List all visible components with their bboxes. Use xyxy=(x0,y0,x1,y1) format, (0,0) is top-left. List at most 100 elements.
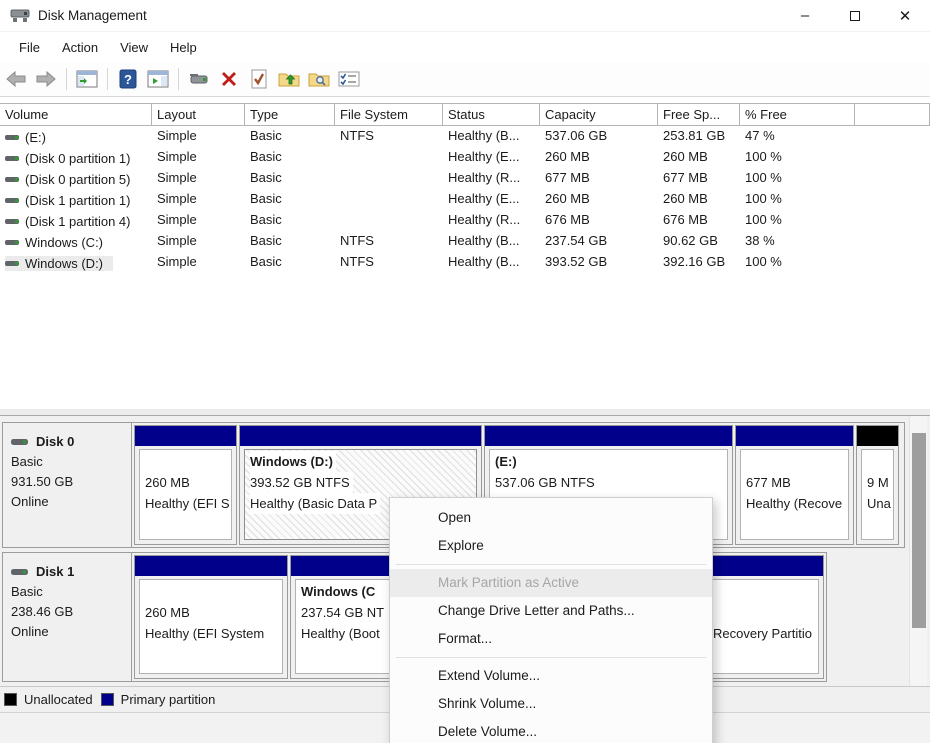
volume-list-pane: Volume Layout Type File System Status Ca… xyxy=(0,98,930,408)
close-button[interactable]: ✕ xyxy=(880,0,930,32)
disk-device-button[interactable] xyxy=(187,67,211,91)
column-header-capacity[interactable]: Capacity xyxy=(540,103,658,126)
forward-icon xyxy=(36,71,56,87)
partition-title xyxy=(867,451,891,472)
checklist-button[interactable] xyxy=(337,67,361,91)
partition-disk0-recovery[interactable]: 677 MB Healthy (Recove xyxy=(735,425,854,545)
volume-capacity: 260 MB xyxy=(540,147,658,168)
column-header-free-space[interactable]: Free Sp... xyxy=(658,103,740,126)
menu-item-explore[interactable]: Explore xyxy=(390,532,712,560)
table-row[interactable]: (E:) Simple Basic NTFS Healthy (B... 537… xyxy=(0,126,930,147)
volume-fs xyxy=(335,147,443,168)
partition-status: Healthy (EFI System xyxy=(145,623,280,644)
volume-capacity: 537.06 GB xyxy=(540,126,658,147)
partition-title xyxy=(145,581,280,602)
primary-partition-stripe xyxy=(135,556,287,576)
menu-item-shrink-volume[interactable]: Shrink Volume... xyxy=(390,690,712,718)
legend-unallocated-label: Unallocated xyxy=(24,692,93,707)
console-tree-icon xyxy=(76,70,98,88)
table-row[interactable]: (Disk 0 partition 1) Simple Basic Health… xyxy=(0,147,930,168)
disk-status: Online xyxy=(11,492,131,512)
volume-free: 677 MB xyxy=(658,168,740,189)
disk-kind: Basic xyxy=(11,582,131,602)
volume-type: Basic xyxy=(245,252,335,273)
volume-name: (Disk 0 partition 1) xyxy=(25,151,130,166)
delete-icon xyxy=(219,69,239,89)
column-header-pct-free[interactable]: % Free xyxy=(740,103,855,126)
volume-name: (Disk 1 partition 1) xyxy=(25,193,130,208)
partition-context-menu: Open Explore Mark Partition as Active Ch… xyxy=(389,497,713,743)
volume-capacity: 676 MB xyxy=(540,210,658,231)
folder-up-icon xyxy=(278,70,300,88)
volume-layout: Simple xyxy=(152,147,245,168)
column-header-type[interactable]: Type xyxy=(245,103,335,126)
volume-capacity: 393.52 GB xyxy=(540,252,658,273)
volume-icon xyxy=(5,196,20,205)
partition-status: Healthy (EFI S xyxy=(145,493,229,514)
folder-up-button[interactable] xyxy=(277,67,301,91)
help-button[interactable]: ? xyxy=(116,67,140,91)
primary-partition-stripe xyxy=(135,426,236,446)
volume-type: Basic xyxy=(245,210,335,231)
disk-1-label[interactable]: Disk 1 Basic 238.46 GB Online xyxy=(3,553,132,681)
menu-item-change-drive-letter[interactable]: Change Drive Letter and Paths... xyxy=(390,597,712,625)
minimize-button[interactable]: – xyxy=(780,0,830,32)
primary-partition-swatch xyxy=(101,693,114,706)
partition-disk0-efi[interactable]: 260 MB Healthy (EFI S xyxy=(134,425,237,545)
delete-button[interactable] xyxy=(217,67,241,91)
disk-name: Disk 1 xyxy=(36,562,74,582)
menu-item-open[interactable]: Open xyxy=(390,504,712,532)
menu-item-format[interactable]: Format... xyxy=(390,625,712,653)
check-document-button[interactable] xyxy=(247,67,271,91)
volume-status: Healthy (R... xyxy=(443,168,540,189)
table-row[interactable]: (Disk 0 partition 5) Simple Basic Health… xyxy=(0,168,930,189)
action-pane-button[interactable] xyxy=(146,67,170,91)
pane-splitter[interactable] xyxy=(0,408,930,416)
partition-disk1-efi[interactable]: 260 MB Healthy (EFI System xyxy=(134,555,288,679)
volume-type: Basic xyxy=(245,189,335,210)
table-row[interactable]: (Disk 1 partition 1) Simple Basic Health… xyxy=(0,189,930,210)
table-row-selected[interactable]: Windows (D:) Simple Basic NTFS Healthy (… xyxy=(0,252,930,273)
maximize-button[interactable] xyxy=(830,0,880,32)
back-button[interactable] xyxy=(4,67,28,91)
folder-search-icon xyxy=(308,70,330,88)
volume-layout: Simple xyxy=(152,168,245,189)
unallocated-stripe xyxy=(857,426,898,446)
column-header-volume[interactable]: Volume xyxy=(0,103,152,126)
menu-action[interactable]: Action xyxy=(51,36,109,59)
volume-free: 676 MB xyxy=(658,210,740,231)
menu-view[interactable]: View xyxy=(109,36,159,59)
volume-fs: NTFS xyxy=(335,126,443,147)
table-row[interactable]: (Disk 1 partition 4) Simple Basic Health… xyxy=(0,210,930,231)
column-header-file-system[interactable]: File System xyxy=(335,103,443,126)
menu-file[interactable]: File xyxy=(8,36,51,59)
volume-pct-free: 100 % xyxy=(740,252,855,273)
toolbar-separator xyxy=(178,68,179,90)
checklist-icon xyxy=(338,70,360,88)
volume-capacity: 260 MB xyxy=(540,189,658,210)
volume-pct-free: 100 % xyxy=(740,189,855,210)
folder-search-button[interactable] xyxy=(307,67,331,91)
volume-pct-free: 38 % xyxy=(740,231,855,252)
forward-button[interactable] xyxy=(34,67,58,91)
vertical-scrollbar[interactable] xyxy=(909,416,927,688)
scrollbar-thumb[interactable] xyxy=(912,433,926,628)
console-tree-button[interactable] xyxy=(75,67,99,91)
volume-icon xyxy=(5,154,20,163)
partition-disk0-unallocated[interactable]: 9 M Una xyxy=(856,425,899,545)
column-header-status[interactable]: Status xyxy=(443,103,540,126)
partition-title: Windows (D:) xyxy=(250,451,336,472)
primary-partition-stripe xyxy=(485,426,732,446)
menu-item-delete-volume[interactable]: Delete Volume... xyxy=(390,718,712,743)
partition-status: Una xyxy=(867,493,891,514)
volume-icon xyxy=(5,238,20,247)
menu-item-mark-partition-active: Mark Partition as Active xyxy=(390,569,712,597)
primary-partition-stripe xyxy=(736,426,853,446)
table-row[interactable]: Windows (C:) Simple Basic NTFS Healthy (… xyxy=(0,231,930,252)
menu-help[interactable]: Help xyxy=(159,36,208,59)
disk-0-label[interactable]: Disk 0 Basic 931.50 GB Online xyxy=(3,423,132,547)
volume-name: Windows (D:) xyxy=(25,256,103,271)
volume-type: Basic xyxy=(245,126,335,147)
menu-item-extend-volume[interactable]: Extend Volume... xyxy=(390,662,712,690)
column-header-layout[interactable]: Layout xyxy=(152,103,245,126)
